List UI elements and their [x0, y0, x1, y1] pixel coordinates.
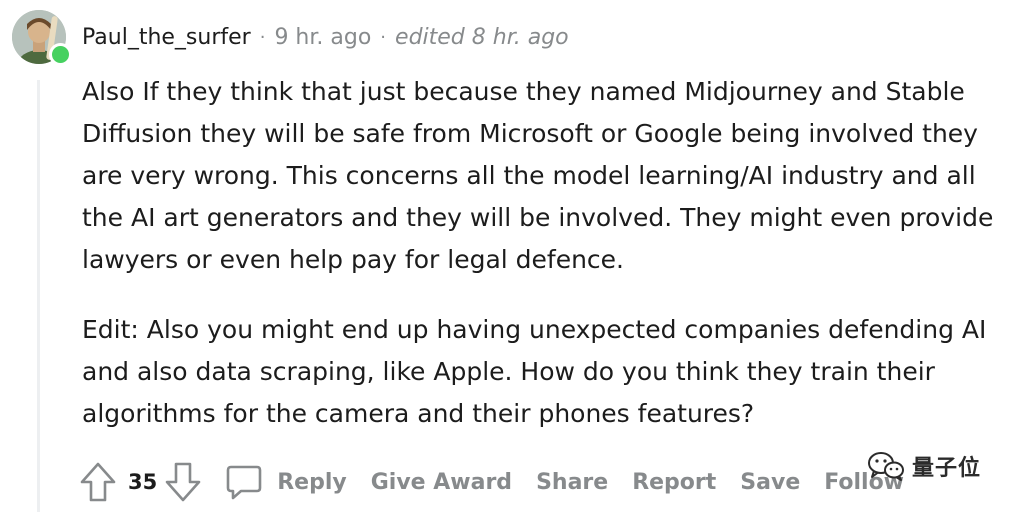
meta-separator: ·	[259, 26, 266, 48]
comment: Paul_the_surfer · 9 hr. ago · edited 8 h…	[0, 0, 1024, 512]
edited-timestamp: edited 8 hr. ago	[395, 24, 569, 50]
meta-separator: ·	[380, 26, 387, 48]
comment-timestamp[interactable]: 9 hr. ago	[274, 25, 371, 50]
thread-line[interactable]	[37, 80, 40, 512]
comment-body: Also If they think that just because the…	[82, 71, 1022, 435]
comment-bubble-icon	[226, 465, 262, 500]
comment-meta: Paul_the_surfer · 9 hr. ago · edited 8 h…	[82, 20, 569, 54]
downvote-button[interactable]	[163, 460, 203, 504]
reply-label: Reply	[277, 469, 347, 495]
save-button[interactable]: Save	[740, 470, 800, 495]
upvote-arrow-icon	[80, 462, 116, 502]
comment-paragraph: Edit: Also you might end up having unexp…	[82, 315, 987, 428]
watermark: 量子位	[866, 448, 981, 484]
give-award-button[interactable]: Give Award	[371, 470, 512, 495]
vote-score: 35	[128, 470, 158, 494]
wechat-icon	[868, 452, 904, 481]
author-name[interactable]: Paul_the_surfer	[82, 25, 251, 50]
report-button[interactable]: Report	[632, 470, 716, 495]
reply-button[interactable]: Reply	[225, 463, 347, 501]
upvote-button[interactable]	[78, 460, 118, 504]
share-button[interactable]: Share	[536, 470, 608, 495]
downvote-arrow-icon	[165, 462, 201, 502]
comment-paragraph: Also If they think that just because the…	[82, 77, 994, 274]
online-status-dot	[49, 43, 72, 66]
watermark-text: 量子位	[912, 456, 982, 481]
comment-actions: 35 Reply Give Award Share Report Save Fo…	[78, 456, 904, 508]
